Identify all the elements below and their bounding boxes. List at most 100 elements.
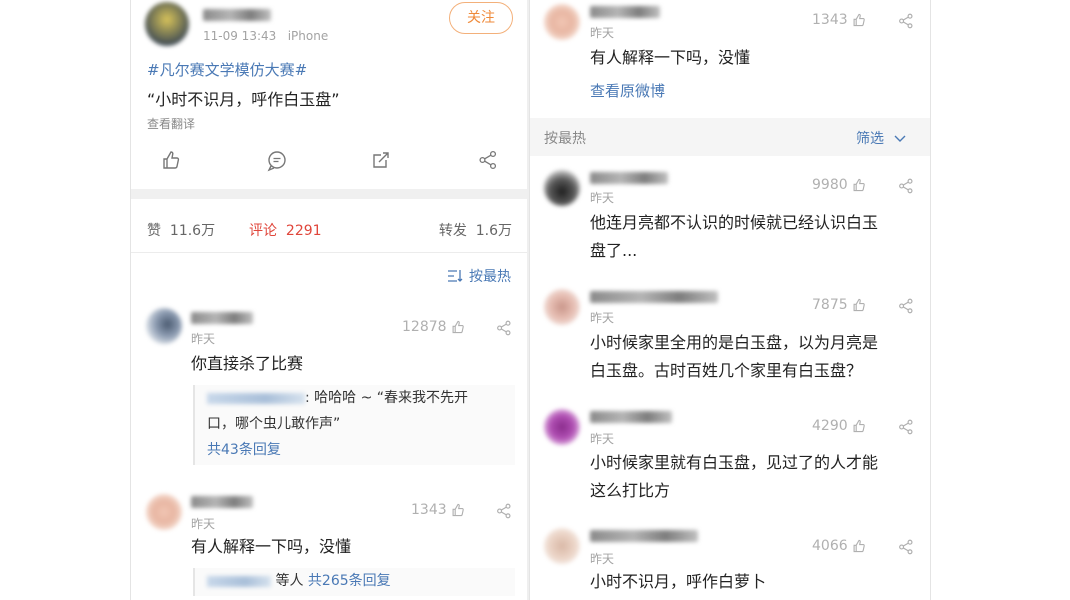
translate-link[interactable]: 查看翻译 <box>147 115 195 132</box>
chevron-down-icon <box>894 135 906 142</box>
share-icon[interactable] <box>478 150 498 170</box>
stats-tabs: 赞 11.6万 评论 2291 转发 1.6万 <box>131 218 527 242</box>
commenter-avatar[interactable] <box>544 289 580 325</box>
tab-reposts-value: 1.6万 <box>475 223 512 239</box>
left-screenshot-panel: 11-09 13:43 iPhone 关注 #凡尔赛文学模仿大赛# “小时不识月… <box>130 0 527 600</box>
comment-filter-bar: 按最热 筛选 <box>530 118 930 156</box>
tab-likes-label: 赞 <box>147 223 161 239</box>
reply-more-link[interactable]: 共43条回复 <box>207 437 515 463</box>
comment-text: 有人解释一下吗，没懂 <box>590 48 751 67</box>
tab-comments-label: 评论 <box>249 223 277 239</box>
comment-icon[interactable] <box>266 150 288 172</box>
share-icon[interactable] <box>898 298 914 314</box>
comment-text-line: 小时候家里就有白玉盘，见过了的人才能 <box>590 453 879 472</box>
poster-avatar[interactable] <box>145 2 189 46</box>
poster-username[interactable] <box>203 9 271 21</box>
share-icon[interactable] <box>898 539 914 555</box>
comment-like-count: 4290 <box>812 418 848 434</box>
comment-time: 昨天 <box>590 191 615 205</box>
sort-icon <box>448 270 463 282</box>
comment-time: 昨天 <box>590 311 615 325</box>
comment-like-count: 7875 <box>812 297 848 313</box>
commenter-avatar[interactable] <box>544 409 580 445</box>
comment-text: 有人解释一下吗，没懂 <box>191 537 352 556</box>
comment-time: 昨天 <box>590 552 615 566</box>
comment-like-button[interactable]: 12878 <box>402 319 465 335</box>
thumbs-up-icon <box>853 178 865 192</box>
comment-time: 昨天 <box>191 332 216 346</box>
commenter-username[interactable] <box>590 530 698 542</box>
commenter-username[interactable] <box>590 411 672 423</box>
comment-time: 昨天 <box>590 26 615 40</box>
repost-icon[interactable] <box>371 150 391 170</box>
comment-like-count: 4066 <box>812 538 848 554</box>
commenter-username[interactable] <box>191 496 253 508</box>
thumbs-up-icon <box>853 13 865 27</box>
comment-text: 你直接杀了比赛 <box>191 354 304 373</box>
post-device: iPhone <box>287 29 329 43</box>
comment-like-button[interactable]: 7875 <box>812 297 866 313</box>
reply-more-link[interactable]: 共265条回复 <box>308 573 391 589</box>
tab-comments-value: 2291 <box>285 223 322 239</box>
share-icon[interactable] <box>496 320 512 336</box>
thumbs-up-icon <box>853 539 865 553</box>
reply-preview-box[interactable]: : 哈哈哈 ~ “春来我不先开 口，哪个虫儿敢作声” 共43条回复 <box>193 385 515 465</box>
comment-like-button[interactable]: 4066 <box>812 538 866 554</box>
commenter-username[interactable] <box>590 172 668 184</box>
comment-text-line: 白玉盘。古时百姓几个家里有白玉盘？ <box>590 361 863 380</box>
reply-text-line1: : 哈哈哈 ~ “春来我不先开 <box>305 390 469 406</box>
sort-label: 按最热 <box>469 269 511 285</box>
tab-comments[interactable]: 评论 2291 <box>249 220 322 240</box>
share-icon[interactable] <box>898 419 914 435</box>
comment-text-line: 盘了... <box>590 241 638 260</box>
post-meta: 11-09 13:43 iPhone <box>203 29 328 43</box>
share-icon[interactable] <box>898 178 914 194</box>
comment-text-line: 这么打比方 <box>590 481 671 500</box>
section-divider <box>131 252 527 253</box>
commenter-avatar[interactable] <box>544 4 580 40</box>
filter-button[interactable]: 筛选 <box>856 128 906 148</box>
post-time: 11-09 13:43 <box>203 29 277 43</box>
share-icon[interactable] <box>898 13 914 29</box>
comment-like-button[interactable]: 1343 <box>411 502 465 518</box>
section-divider <box>131 189 527 199</box>
comment-text-line: 他连月亮都不认识的时候就已经认识白玉 <box>590 213 879 232</box>
tab-likes-value: 11.6万 <box>169 223 216 239</box>
commenter-avatar[interactable] <box>146 308 182 344</box>
comment-like-button[interactable]: 9980 <box>812 177 866 193</box>
commenter-username[interactable] <box>590 6 660 18</box>
commenter-avatar[interactable] <box>146 494 182 530</box>
follow-button[interactable]: 关注 <box>449 2 513 34</box>
reply-usernames <box>207 575 271 587</box>
thumbs-up-icon[interactable] <box>161 150 181 170</box>
comment-like-count: 12878 <box>402 319 447 335</box>
sort-label[interactable]: 按最热 <box>544 128 586 148</box>
post-text: “小时不识月，呼作白玉盘” <box>147 90 340 109</box>
right-screenshot-panel: 昨天 1343 有人解释一下吗，没懂 查看原微博 按最热 筛选 昨天 9980 … <box>529 0 931 600</box>
comment-time: 昨天 <box>191 517 216 531</box>
tab-likes[interactable]: 赞 11.6万 <box>147 220 215 240</box>
tab-reposts[interactable]: 转发 1.6万 <box>439 220 512 240</box>
reply-preview-box[interactable]: 等人 共265条回复 <box>193 568 515 596</box>
comment-text-line: 小时不识月，呼作白萝卜 <box>590 572 767 591</box>
view-original-link[interactable]: 查看原微博 <box>590 80 665 101</box>
commenter-username[interactable] <box>191 312 253 324</box>
comment-like-count: 1343 <box>812 12 848 28</box>
commenter-avatar[interactable] <box>544 170 580 206</box>
commenter-avatar[interactable] <box>544 528 580 564</box>
thumbs-up-icon <box>452 320 464 334</box>
comment-time: 昨天 <box>590 432 615 446</box>
comment-like-button[interactable]: 4290 <box>812 418 866 434</box>
comment-like-button[interactable]: 1343 <box>812 12 866 28</box>
post-action-bar <box>131 145 527 177</box>
comment-text-line: 小时候家里全用的是白玉盘，以为月亮是 <box>590 333 879 352</box>
filter-label: 筛选 <box>856 131 884 147</box>
tab-reposts-label: 转发 <box>438 223 467 239</box>
share-icon[interactable] <box>496 503 512 519</box>
commenter-username[interactable] <box>590 291 718 303</box>
post-topic-hashtag[interactable]: #凡尔赛文学模仿大赛# <box>147 59 307 80</box>
thumbs-up-icon <box>853 419 865 433</box>
comment-like-count: 1343 <box>411 502 447 518</box>
reply-text-line2: 口，哪个虫儿敢作声” <box>207 416 341 432</box>
thumbs-up-icon <box>853 298 865 312</box>
